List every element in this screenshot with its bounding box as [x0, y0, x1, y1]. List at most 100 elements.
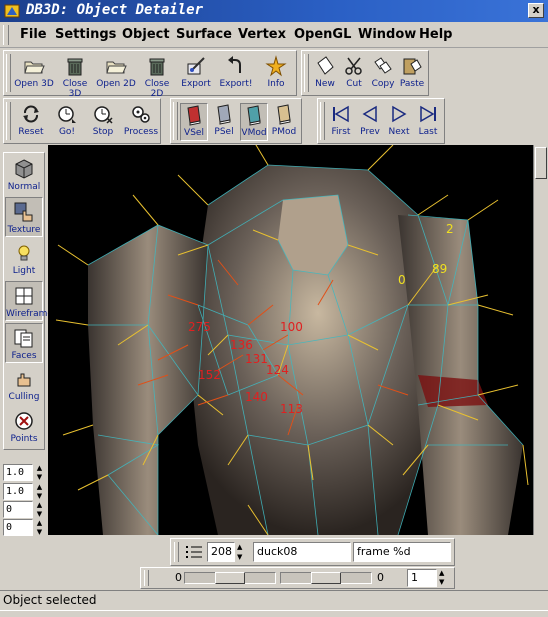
texture-button[interactable]: Texture: [5, 197, 43, 237]
slider-toolbar: 0 0 1 ▲ ▼: [140, 567, 455, 589]
toolbar-grip[interactable]: [6, 54, 11, 92]
spin-box-4[interactable]: ▲ ▼: [3, 519, 45, 536]
toolbar-grip[interactable]: [6, 102, 11, 140]
status-bar: Object selected: [0, 590, 548, 610]
wireframe-button[interactable]: Wireframe: [5, 281, 53, 321]
culling-button[interactable]: Culling: [5, 365, 43, 405]
toolbar-grip[interactable]: [304, 54, 309, 92]
close-icon[interactable]: x: [528, 3, 544, 18]
step-field[interactable]: 1: [407, 569, 437, 587]
wireframe-label: Wireframe: [6, 309, 53, 319]
menu-window[interactable]: Window: [358, 27, 416, 42]
psel-label: PSel: [214, 127, 234, 137]
spin-box-3[interactable]: ▲ ▼: [3, 501, 45, 518]
first-button[interactable]: First: [327, 103, 355, 141]
vertex-label: 2: [446, 222, 454, 236]
menu-settings[interactable]: Settings: [55, 27, 116, 42]
frame-number-field[interactable]: 208: [207, 542, 235, 562]
numbered-list-icon: [186, 546, 202, 558]
paste-button[interactable]: Paste: [398, 55, 426, 93]
right-slider[interactable]: [280, 572, 372, 584]
menu-opengl[interactable]: OpenGL: [294, 27, 351, 42]
texture-label: Texture: [7, 225, 41, 235]
spin-down-icon[interactable]: ▼: [237, 552, 246, 562]
vmod-button[interactable]: VMod: [240, 103, 268, 141]
toolbar-grip[interactable]: [3, 25, 9, 45]
reset-label: Reset: [18, 127, 44, 137]
psel-button[interactable]: PSel: [210, 103, 238, 141]
menu-file[interactable]: File: [20, 27, 47, 42]
toolbar-grip[interactable]: [174, 542, 179, 562]
trash-can-icon: [149, 58, 165, 76]
next-button[interactable]: Next: [385, 103, 413, 141]
open-2d-button[interactable]: Open 2D: [96, 55, 136, 93]
vertex-modify-book-icon: [247, 105, 261, 126]
spin-input-2[interactable]: [3, 483, 33, 500]
close-2d-button[interactable]: Close 2D: [138, 55, 176, 99]
light-button[interactable]: Light: [5, 239, 43, 279]
left-slider-knob[interactable]: [215, 572, 245, 584]
spin-down-icon[interactable]: ▼: [34, 473, 45, 481]
export-label: Export: [181, 79, 211, 89]
right-slider-knob[interactable]: [311, 572, 341, 584]
model-render[interactable]: 275 100 136 131 124 152 140 113 2 89 0: [48, 145, 533, 535]
points-button[interactable]: Points: [5, 407, 43, 447]
pmod-button[interactable]: PMod: [270, 103, 298, 141]
faces-label: Faces: [11, 351, 37, 361]
wireframe-grid-icon: [15, 287, 33, 305]
menu-object[interactable]: Object: [122, 27, 170, 42]
vertex-label: 131: [245, 352, 268, 366]
spin-up-icon[interactable]: ▲: [34, 464, 45, 472]
spin-up-icon[interactable]: ▲: [237, 542, 246, 552]
export-all-button[interactable]: Export!: [216, 55, 256, 93]
faces-button[interactable]: Faces: [5, 323, 43, 363]
menu-help[interactable]: Help: [419, 27, 452, 42]
open-3d-label: Open 3D: [14, 79, 54, 89]
close-3d-button[interactable]: Close 3D: [56, 55, 94, 99]
spin-input-4[interactable]: [3, 519, 33, 536]
last-icon: [420, 105, 436, 123]
go-button[interactable]: Go!: [50, 103, 84, 141]
toolbar-grip[interactable]: [173, 102, 178, 140]
export-button[interactable]: Export: [178, 55, 214, 93]
reset-button[interactable]: Reset: [14, 103, 48, 141]
prev-button[interactable]: Prev: [356, 103, 384, 141]
spin-up-icon[interactable]: ▲: [34, 519, 45, 527]
spin-up-icon[interactable]: ▲: [34, 483, 45, 491]
last-button[interactable]: Last: [414, 103, 442, 141]
spin-box-1[interactable]: ▲ ▼: [3, 464, 45, 481]
object-name-field[interactable]: duck08: [253, 542, 351, 562]
menu-surface[interactable]: Surface: [176, 27, 232, 42]
light-label: Light: [12, 266, 36, 276]
points-label: Points: [10, 434, 38, 444]
frame-format-field[interactable]: frame %d: [353, 542, 451, 562]
spin-up-icon[interactable]: ▲: [439, 569, 449, 578]
toolbar-grip[interactable]: [320, 102, 325, 140]
process-button[interactable]: Process: [122, 103, 160, 141]
new-button[interactable]: New: [311, 55, 339, 93]
spin-input-1[interactable]: [3, 464, 33, 481]
left-slider[interactable]: [184, 572, 276, 584]
spin-box-2[interactable]: ▲ ▼: [3, 483, 45, 500]
copy-button[interactable]: Copy: [369, 55, 397, 93]
stop-button[interactable]: Stop: [86, 103, 120, 141]
open-3d-button[interactable]: Open 3D: [14, 55, 54, 93]
frame-spinner[interactable]: ▲ ▼: [237, 542, 246, 562]
spin-down-icon[interactable]: ▼: [34, 492, 45, 500]
step-spinner[interactable]: ▲ ▼: [439, 569, 449, 587]
cut-button[interactable]: Cut: [340, 55, 368, 93]
3d-viewport[interactable]: 275 100 136 131 124 152 140 113 2 89 0: [48, 145, 533, 535]
spin-up-icon[interactable]: ▲: [34, 501, 45, 509]
spin-down-icon[interactable]: ▼: [439, 578, 449, 587]
toolbar-grip[interactable]: [144, 570, 149, 586]
vsel-button[interactable]: VSel: [180, 103, 208, 141]
spin-input-3[interactable]: [3, 501, 33, 518]
menu-vertex[interactable]: Vertex: [238, 27, 286, 42]
normal-button[interactable]: Normal: [5, 155, 43, 195]
vsel-label: VSel: [184, 128, 204, 138]
spin-down-icon[interactable]: ▼: [34, 510, 45, 518]
scrollbar-thumb[interactable]: [535, 147, 547, 179]
info-button[interactable]: Info: [258, 55, 294, 93]
viewport-vertical-scrollbar[interactable]: [533, 145, 547, 535]
spin-down-icon[interactable]: ▼: [34, 528, 45, 536]
